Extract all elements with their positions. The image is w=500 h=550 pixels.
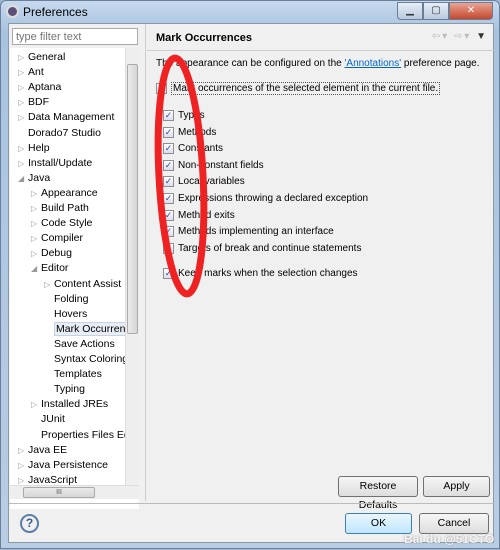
preferences-window: Preferences ▁ ▢ ✕ ▷General▷Ant▷Aptana▷BD… (0, 0, 500, 549)
red-circle-annotation (154, 54, 208, 298)
